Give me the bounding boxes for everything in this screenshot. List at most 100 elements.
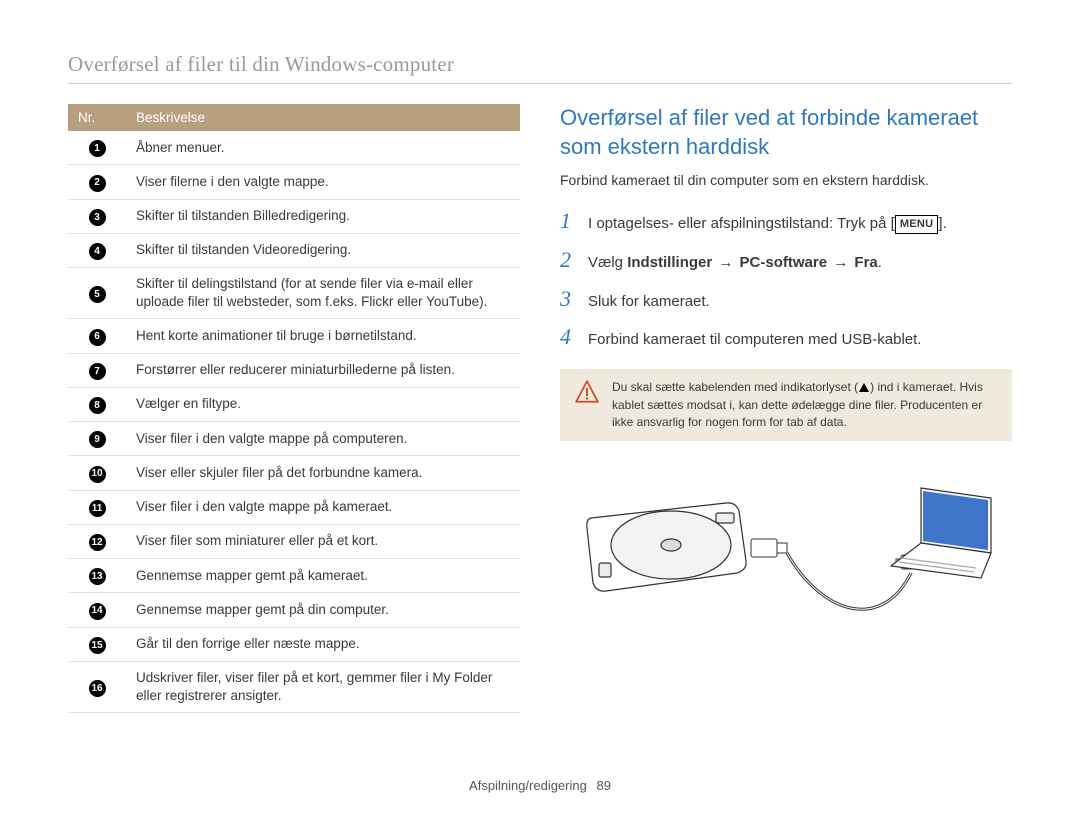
- step-number: 4: [560, 322, 578, 353]
- number-badge-icon: 14: [89, 603, 106, 620]
- row-desc-cell: Viser filerne i den valgte mappe.: [126, 165, 520, 199]
- page-footer: Afspilning/redigering 89: [0, 778, 1080, 793]
- number-badge-icon: 7: [89, 363, 106, 380]
- table-row: 1 Åbner menuer.: [68, 131, 520, 165]
- triangle-up-icon: [859, 383, 869, 392]
- row-desc-cell: Skifter til tilstanden Billedredigering.: [126, 199, 520, 233]
- row-number-cell: 8: [68, 387, 126, 421]
- number-badge-icon: 9: [89, 431, 106, 448]
- step-text: Sluk for kameraet.: [588, 291, 710, 312]
- table-row: 7Forstørrer eller reducerer miniaturbill…: [68, 353, 520, 387]
- table-row: 3 Skifter til tilstanden Billedredigering…: [68, 199, 520, 233]
- row-desc-cell: Åbner menuer.: [126, 131, 520, 165]
- table-row: 12 Viser filer som miniaturer eller på et…: [68, 524, 520, 558]
- th-nr: Nr.: [68, 104, 126, 131]
- row-desc-cell: Viser eller skjuler filer på det forbund…: [126, 456, 520, 490]
- number-badge-icon: 10: [89, 466, 106, 483]
- row-desc-cell: Vælger en filtype.: [126, 387, 520, 421]
- table-row: 13 Gennemse mapper gemt på kameraet.: [68, 559, 520, 593]
- row-number-cell: 15: [68, 627, 126, 661]
- row-desc-cell: Viser filer som miniaturer eller på et k…: [126, 524, 520, 558]
- page-title: Overførsel af filer til din Windows-comp…: [68, 52, 1012, 77]
- row-number-cell: 6: [68, 319, 126, 353]
- row-desc-cell: Gennemse mapper gemt på din computer.: [126, 593, 520, 627]
- table-row: 6 Hent korte animationer til bruge i børn…: [68, 319, 520, 353]
- title-rule: [68, 83, 1012, 84]
- number-badge-icon: 6: [89, 329, 106, 346]
- row-number-cell: 11: [68, 490, 126, 524]
- row-desc-cell: Udskriver filer, viser filer på et kort,…: [126, 661, 520, 712]
- row-number-cell: 12: [68, 524, 126, 558]
- number-badge-icon: 1: [89, 140, 106, 157]
- number-badge-icon: 11: [89, 500, 106, 517]
- row-desc-cell: Hent korte animationer til bruge i børne…: [126, 319, 520, 353]
- footer-page-number: 89: [596, 778, 610, 793]
- step-2-post: .: [878, 254, 882, 271]
- table-row: 5 Skifter til delingstilstand (for at sen…: [68, 268, 520, 319]
- table-row: 4 Skifter til tilstanden Videoredigering.: [68, 233, 520, 267]
- table-row: 11Viser filer i den valgte mappe på kame…: [68, 490, 520, 524]
- section-heading: Overførsel af filer ved at forbinde kame…: [560, 104, 1012, 161]
- warning-text: Du skal sætte kabelenden med indikatorly…: [612, 379, 998, 431]
- table-row: 14 Gennemse mapper gemt på din computer.: [68, 593, 520, 627]
- steps-list: 1 I optagelses- eller afspilningstilstan…: [560, 206, 1012, 353]
- warning-pre: Du skal sætte kabelenden med indikatorly…: [612, 380, 858, 394]
- arrow-icon: →: [827, 254, 854, 271]
- table-row: 8 Vælger en filtype.: [68, 387, 520, 421]
- row-number-cell: 16: [68, 661, 126, 712]
- step-1-post: ].: [938, 215, 946, 232]
- step-1: 1 I optagelses- eller afspilningstilstan…: [560, 206, 1012, 237]
- table-row: 10 Viser eller skjuler filer på det forbu…: [68, 456, 520, 490]
- row-number-cell: 9: [68, 422, 126, 456]
- row-desc-cell: Viser filer i den valgte mappe på comput…: [126, 422, 520, 456]
- right-column: Overførsel af filer ved at forbinde kame…: [560, 104, 1012, 713]
- table-row: 15 Går til den forrige eller næste mappe.: [68, 627, 520, 661]
- row-desc-cell: Skifter til delingstilstand (for at send…: [126, 268, 520, 319]
- step-number: 2: [560, 245, 578, 276]
- number-badge-icon: 2: [89, 175, 106, 192]
- number-badge-icon: 8: [89, 397, 106, 414]
- step-text: Forbind kameraet til computeren med USB-…: [588, 329, 921, 350]
- step-2-b1: Indstillinger: [627, 254, 712, 271]
- step-text: I optagelses- eller afspilningstilstand:…: [588, 213, 947, 234]
- row-number-cell: 1: [68, 131, 126, 165]
- row-number-cell: 7: [68, 353, 126, 387]
- row-number-cell: 10: [68, 456, 126, 490]
- row-desc-cell: Skifter til tilstanden Videoredigering.: [126, 233, 520, 267]
- menu-button-icon: MENU: [895, 215, 939, 234]
- step-3: 3 Sluk for kameraet.: [560, 284, 1012, 315]
- left-column: Nr. Beskrivelse 1Åbner menuer.2Viser fil…: [68, 104, 520, 713]
- row-number-cell: 2: [68, 165, 126, 199]
- row-number-cell: 14: [68, 593, 126, 627]
- table-row: 16 Udskriver filer, viser filer på et kor…: [68, 661, 520, 712]
- arrow-icon: →: [712, 254, 739, 271]
- row-number-cell: 13: [68, 559, 126, 593]
- row-number-cell: 3: [68, 199, 126, 233]
- warning-box: Du skal sætte kabelenden med indikatorly…: [560, 369, 1012, 441]
- step-2-b3: Fra: [854, 254, 877, 271]
- description-table: Nr. Beskrivelse 1Åbner menuer.2Viser fil…: [68, 104, 520, 713]
- number-badge-icon: 3: [89, 209, 106, 226]
- number-badge-icon: 13: [89, 568, 106, 585]
- number-badge-icon: 16: [89, 680, 106, 697]
- step-1-pre: I optagelses- eller afspilningstilstand:…: [588, 215, 895, 232]
- step-text: Vælg Indstillinger → PC-software → Fra.: [588, 252, 882, 273]
- row-desc-cell: Går til den forrige eller næste mappe.: [126, 627, 520, 661]
- number-badge-icon: 5: [89, 286, 106, 303]
- number-badge-icon: 12: [89, 534, 106, 551]
- table-row: 2 Viser filerne i den valgte mappe.: [68, 165, 520, 199]
- step-number: 1: [560, 206, 578, 237]
- warning-icon: [574, 379, 600, 405]
- step-number: 3: [560, 284, 578, 315]
- row-desc-cell: Gennemse mapper gemt på kameraet.: [126, 559, 520, 593]
- number-badge-icon: 4: [89, 243, 106, 260]
- footer-section: Afspilning/redigering: [469, 778, 587, 793]
- section-intro: Forbind kameraet til din computer som en…: [560, 171, 1012, 190]
- illustration: [560, 463, 1012, 643]
- step-4: 4 Forbind kameraet til computeren med US…: [560, 322, 1012, 353]
- step-2: 2 Vælg Indstillinger → PC-software → Fra…: [560, 245, 1012, 276]
- row-number-cell: 5: [68, 268, 126, 319]
- step-2-b2: PC-software: [740, 254, 828, 271]
- number-badge-icon: 15: [89, 637, 106, 654]
- step-2-pre: Vælg: [588, 254, 627, 271]
